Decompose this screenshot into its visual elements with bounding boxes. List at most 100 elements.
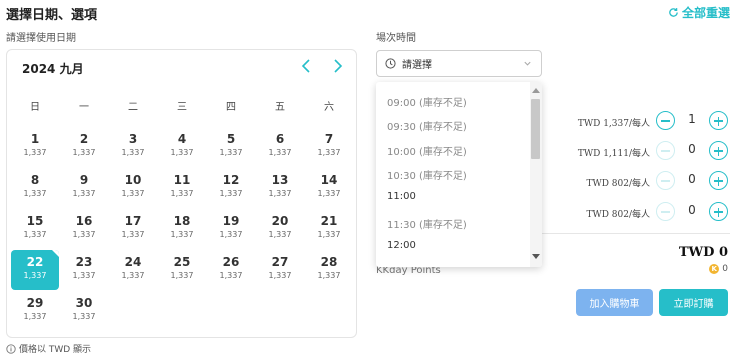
calendar-day[interactable]: 22 1,337 bbox=[11, 250, 59, 290]
day-number: 24 bbox=[124, 255, 142, 269]
weekday-label: 一 bbox=[79, 102, 89, 113]
day-number: 14 bbox=[320, 173, 338, 187]
calendar-day[interactable]: 1 1,337 bbox=[11, 127, 59, 167]
day-number: 15 bbox=[26, 214, 44, 228]
weekday-label: 三 bbox=[177, 102, 187, 113]
decrease-button[interactable] bbox=[656, 171, 675, 190]
reset-all-label: 全部重選 bbox=[681, 6, 730, 20]
time-option[interactable]: 10:30 (庫存不足) bbox=[387, 167, 467, 182]
pax-price: TWD 1,111/每人 bbox=[577, 149, 650, 159]
calendar-day[interactable]: 3 1,337 bbox=[109, 127, 157, 167]
weekday-label: 四 bbox=[226, 102, 236, 113]
day-number: 6 bbox=[275, 132, 285, 146]
quantity-value: 1 bbox=[688, 112, 696, 126]
decrease-button[interactable] bbox=[656, 202, 675, 221]
increase-button[interactable] bbox=[709, 171, 728, 190]
calendar-day[interactable]: 7 1,337 bbox=[305, 127, 353, 167]
weekday-label: 二 bbox=[128, 102, 138, 113]
day-price: 1,337 bbox=[170, 148, 194, 157]
calendar-day[interactable]: 24 1,337 bbox=[109, 250, 157, 290]
calendar-day[interactable]: 18 1,337 bbox=[158, 209, 206, 249]
calendar-day[interactable]: 23 1,337 bbox=[60, 250, 108, 290]
calendar-day[interactable]: 9 1,337 bbox=[60, 168, 108, 208]
calendar-day[interactable]: 27 1,337 bbox=[256, 250, 304, 290]
add-to-cart-button[interactable]: 加入購物車 bbox=[576, 289, 653, 316]
quantity-value: 0 bbox=[688, 172, 696, 186]
calendar-day[interactable]: 30 1,337 bbox=[60, 291, 108, 331]
calendar-day[interactable]: 11 1,337 bbox=[158, 168, 206, 208]
day-number: 10 bbox=[124, 173, 142, 187]
calendar-day[interactable]: 25 1,337 bbox=[158, 250, 206, 290]
day-price: 1,337 bbox=[317, 271, 341, 280]
calendar-day[interactable]: 8 1,337 bbox=[11, 168, 59, 208]
calendar-day[interactable]: 5 1,337 bbox=[207, 127, 255, 167]
date-section-label: 請選擇使用日期 bbox=[6, 33, 76, 44]
day-price: 1,337 bbox=[23, 271, 47, 280]
increase-button[interactable] bbox=[709, 141, 728, 160]
calendar-day[interactable]: 21 1,337 bbox=[305, 209, 353, 249]
price-note-text: 價格以 TWD 顯示 bbox=[19, 345, 92, 355]
time-select[interactable]: 請選擇 bbox=[376, 50, 542, 77]
increase-button[interactable] bbox=[709, 202, 728, 221]
day-price: 1,337 bbox=[72, 230, 96, 239]
calendar-day[interactable]: 16 1,337 bbox=[60, 209, 108, 249]
scroll-thumb[interactable] bbox=[531, 99, 540, 159]
calendar-day[interactable]: 10 1,337 bbox=[109, 168, 157, 208]
calendar-day[interactable]: 17 1,337 bbox=[109, 209, 157, 249]
day-number: 22 bbox=[26, 255, 44, 269]
weekday-label: 日 bbox=[30, 102, 40, 113]
minus-icon bbox=[661, 120, 670, 122]
calendar-day[interactable]: 29 1,337 bbox=[11, 291, 59, 331]
day-number: 16 bbox=[75, 214, 93, 228]
day-number: 27 bbox=[271, 255, 289, 269]
calendar-day[interactable]: 13 1,337 bbox=[256, 168, 304, 208]
calendar-day[interactable]: 12 1,337 bbox=[207, 168, 255, 208]
weekday-label: 五 bbox=[275, 102, 285, 113]
day-number: 11 bbox=[173, 173, 191, 187]
prev-month-button[interactable] bbox=[299, 58, 315, 74]
day-price: 1,337 bbox=[121, 230, 145, 239]
info-icon bbox=[6, 343, 16, 354]
day-number: 26 bbox=[222, 255, 240, 269]
next-month-button[interactable] bbox=[329, 58, 345, 74]
day-number: 19 bbox=[222, 214, 240, 228]
weekday-label: 六 bbox=[324, 102, 334, 113]
day-price: 1,337 bbox=[23, 230, 47, 239]
dropdown-scrollbar[interactable] bbox=[530, 82, 542, 267]
reset-all-button[interactable]: 全部重選 bbox=[668, 4, 730, 21]
time-select-placeholder: 請選擇 bbox=[402, 60, 432, 71]
calendar-day[interactable]: 19 1,337 bbox=[207, 209, 255, 249]
total-price: TWD 0 bbox=[678, 245, 728, 260]
refresh-icon bbox=[669, 8, 678, 17]
time-option[interactable]: 09:30 (庫存不足) bbox=[387, 118, 467, 133]
calendar-day[interactable]: 6 1,337 bbox=[256, 127, 304, 167]
calendar-day[interactable]: 15 1,337 bbox=[11, 209, 59, 249]
increase-button[interactable] bbox=[709, 111, 728, 130]
calendar-day[interactable]: 4 1,337 bbox=[158, 127, 206, 167]
calendar-day[interactable]: 2 1,337 bbox=[60, 127, 108, 167]
day-number: 1 bbox=[30, 132, 40, 146]
book-now-button[interactable]: 立即訂購 bbox=[659, 289, 728, 316]
decrease-button[interactable] bbox=[656, 141, 675, 160]
calendar-day[interactable]: 14 1,337 bbox=[305, 168, 353, 208]
day-number: 5 bbox=[226, 132, 236, 146]
quantity-value: 0 bbox=[688, 203, 696, 217]
decrease-button[interactable] bbox=[656, 111, 675, 130]
calendar-day[interactable]: 20 1,337 bbox=[256, 209, 304, 249]
day-number: 4 bbox=[177, 132, 187, 146]
time-option[interactable]: 11:00 bbox=[387, 191, 416, 202]
time-option[interactable]: 09:00 (庫存不足) bbox=[387, 94, 467, 109]
time-option[interactable]: 11:30 (庫存不足) bbox=[387, 216, 467, 231]
day-price: 1,337 bbox=[23, 312, 47, 321]
time-option[interactable]: 10:00 (庫存不足) bbox=[387, 143, 467, 158]
calendar-day[interactable]: 28 1,337 bbox=[305, 250, 353, 290]
scroll-up-icon[interactable] bbox=[532, 88, 540, 93]
pax-price: TWD 802/每人 bbox=[586, 179, 650, 189]
day-price: 1,337 bbox=[121, 148, 145, 157]
time-option[interactable]: 12:00 bbox=[387, 240, 416, 251]
calendar-day[interactable]: 26 1,337 bbox=[207, 250, 255, 290]
calendar: 2024 九月 日 一 二 三 四 五 六 1 1,337 2 1,337 3 1,337 4 1,337… bbox=[6, 49, 357, 338]
price-note: 價格以 TWD 顯示 bbox=[6, 342, 91, 355]
minus-icon bbox=[661, 180, 670, 182]
scroll-down-icon[interactable] bbox=[532, 254, 540, 259]
